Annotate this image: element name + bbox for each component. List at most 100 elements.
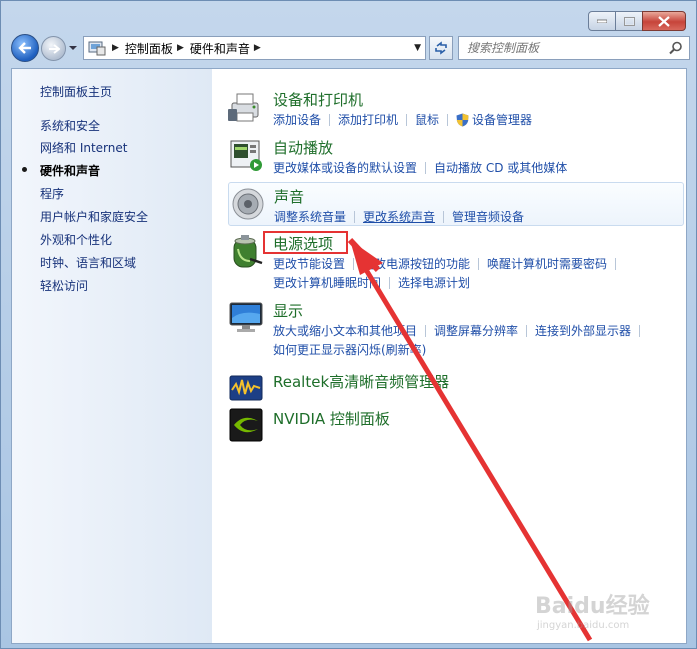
uac-shield-icon [456,113,469,126]
link-change-system-sounds[interactable]: 更改系统声音 [363,208,435,225]
main-panel: 设备和打印机 添加设备 添加打印机 鼠标 设备管理器 自动播放 更改媒体或设备的… [212,69,686,643]
link-separator [615,257,617,270]
category-nvidia: NVIDIA 控制面板 [228,407,684,443]
link-device-manager[interactable]: 设备管理器 [472,111,532,128]
back-button[interactable] [11,34,39,62]
maximize-icon [623,16,635,26]
category-title[interactable]: 声音 [274,186,304,207]
link-separator [353,257,355,270]
link-add-device[interactable]: 添加设备 [273,111,321,128]
category-display: 显示 放大或缩小文本和其他项目 调整屏幕分辨率 连接到外部显示器 如何更正显示器… [228,300,684,358]
link-change-sleep-time[interactable]: 更改计算机睡眠时间 [273,274,381,291]
link-add-printer[interactable]: 添加打印机 [338,111,398,128]
link-fix-flicker[interactable]: 如何更正显示器闪烁(刷新率) [273,341,426,358]
refresh-button[interactable] [429,36,453,60]
recent-pages-button[interactable] [68,42,78,52]
window-frame: ▶ 控制面板 ▶ 硬件和声音 ▶ ▼ 控制面板主页 系统和安全 网络和 Inte… [0,0,697,649]
link-separator [478,257,480,270]
maximize-button[interactable] [615,11,643,31]
realtek-audio-icon [229,375,263,401]
link-separator [329,113,331,126]
category-links: 添加设备 添加打印机 鼠标 设备管理器 [273,111,532,128]
refresh-icon [435,41,447,55]
link-separator [639,324,641,337]
link-separator [425,324,427,337]
address-dropdown-icon[interactable]: ▼ [414,43,421,53]
minimize-button[interactable] [588,11,616,31]
category-title[interactable]: Realtek高清晰音频管理器 [273,371,449,392]
category-links: 更改媒体或设备的默认设置 自动播放 CD 或其他媒体 [273,159,567,176]
category-realtek-audio: Realtek高清晰音频管理器 [228,370,684,404]
search-input[interactable] [459,41,659,55]
sidebar-item-clock-language[interactable]: 时钟、语言和区域 [40,254,136,271]
category-links-row-2: 如何更正显示器闪烁(刷新率) [273,341,426,358]
watermark-logo: Baidu经验 [535,594,650,619]
address-bar[interactable]: ▶ 控制面板 ▶ 硬件和声音 ▶ ▼ [83,36,426,60]
arrow-left-icon [18,42,31,54]
watermark-url: jingyan.baidu.com [537,620,630,631]
sidebar-item-ease-of-access[interactable]: 轻松访问 [40,277,88,294]
category-title[interactable]: NVIDIA 控制面板 [273,408,390,429]
speaker-icon [232,188,264,220]
monitor-icon [229,302,263,332]
caption-buttons [588,11,686,31]
link-mouse[interactable]: 鼠标 [415,111,439,128]
link-separator [526,324,528,337]
control-panel-icon [86,37,108,59]
navigation-bar: ▶ 控制面板 ▶ 硬件和声音 ▶ ▼ [11,34,691,62]
printer-icon [228,93,259,122]
annotation-highlight-box [263,231,348,254]
category-links: 调整系统音量 更改系统声音 管理音频设备 [274,208,524,225]
chevron-right-icon[interactable]: ▶ [254,43,261,53]
category-links-row-2: 更改计算机睡眠时间 选择电源计划 [273,274,470,291]
search-box[interactable] [458,36,690,60]
sidebar-item-programs[interactable]: 程序 [40,185,64,202]
link-separator [447,113,449,126]
sidebar-item-user-accounts[interactable]: 用户帐户和家庭安全 [40,208,148,225]
link-separator [354,210,356,223]
search-icon[interactable] [669,41,683,55]
power-battery-icon [233,235,263,268]
link-autoplay-cd[interactable]: 自动播放 CD 或其他媒体 [434,159,567,176]
chevron-right-icon[interactable]: ▶ [177,43,184,53]
nvidia-icon [229,408,263,442]
link-power-button-function[interactable]: 更改电源按钮的功能 [362,255,470,272]
close-icon [658,15,670,27]
breadcrumb-hardware-sound[interactable]: 硬件和声音 [190,40,250,57]
category-title[interactable]: 设备和打印机 [273,89,363,110]
content-pane: 控制面板主页 系统和安全 网络和 Internet 硬件和声音 程序 用户帐户和… [11,68,687,644]
arrow-right-icon [48,43,60,54]
link-separator [389,276,391,289]
category-links-row-1: 更改节能设置 更改电源按钮的功能 唤醒计算机时需要密码 [273,255,624,272]
link-change-power-saving[interactable]: 更改节能设置 [273,255,345,272]
minimize-icon [597,19,607,23]
sidebar-item-system-security[interactable]: 系统和安全 [40,117,100,134]
sidebar-item-home[interactable]: 控制面板主页 [40,83,112,100]
chevron-down-icon [69,46,77,50]
sidebar-item-appearance[interactable]: 外观和个性化 [40,231,112,248]
active-bullet-icon [22,167,27,172]
chevron-right-icon: ▶ [112,43,119,53]
link-separator [443,210,445,223]
link-choose-power-plan[interactable]: 选择电源计划 [398,274,470,291]
category-title[interactable]: 自动播放 [273,137,333,158]
link-resize-text[interactable]: 放大或缩小文本和其他项目 [273,322,417,339]
category-title[interactable]: 显示 [273,300,303,321]
breadcrumb-control-panel[interactable]: 控制面板 [125,40,173,57]
link-require-password-wake[interactable]: 唤醒计算机时需要密码 [487,255,607,272]
link-adjust-volume[interactable]: 调整系统音量 [274,208,346,225]
close-button[interactable] [642,11,686,31]
forward-button[interactable] [41,36,66,61]
link-change-media-defaults[interactable]: 更改媒体或设备的默认设置 [273,159,417,176]
sidebar-item-network[interactable]: 网络和 Internet [40,139,127,156]
link-separator [406,113,408,126]
link-separator [425,161,427,174]
link-manage-audio-devices[interactable]: 管理音频设备 [452,208,524,225]
autoplay-icon [230,140,262,171]
link-adjust-resolution[interactable]: 调整屏幕分辨率 [434,322,518,339]
sidebar-item-hardware-sound[interactable]: 硬件和声音 [22,162,100,179]
category-sound: 声音 调整系统音量 更改系统声音 管理音频设备 [228,182,684,226]
link-connect-external-display[interactable]: 连接到外部显示器 [535,322,631,339]
category-links-row-1: 放大或缩小文本和其他项目 调整屏幕分辨率 连接到外部显示器 [273,322,648,339]
category-autoplay: 自动播放 更改媒体或设备的默认设置 自动播放 CD 或其他媒体 [228,137,684,177]
